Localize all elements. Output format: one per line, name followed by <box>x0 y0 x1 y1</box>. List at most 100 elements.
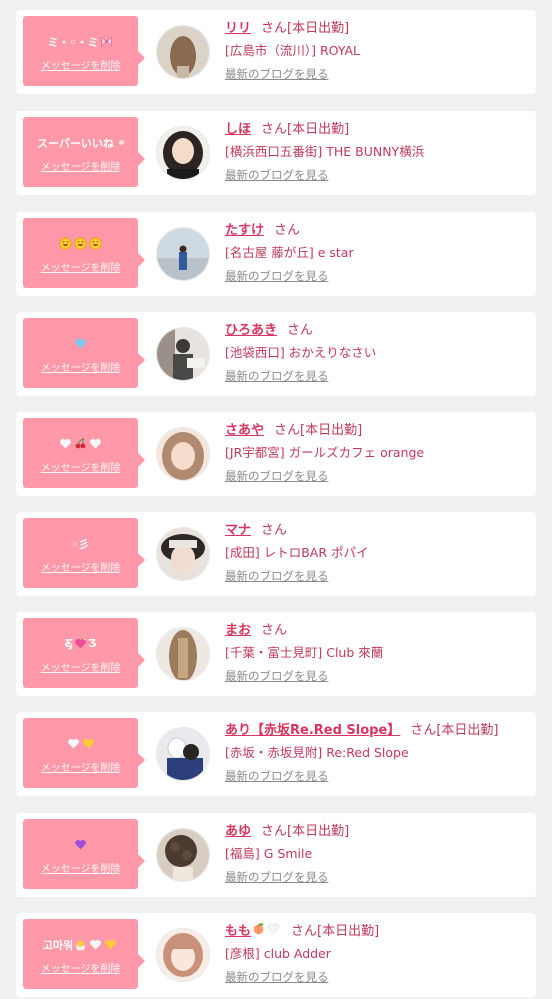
message-card: メッセージを削除 あり【赤坂Re.Red Slope】 さん [本日出勤] [赤… <box>16 712 536 796</box>
white-heart-icon <box>267 922 280 935</box>
latest-blog-link[interactable]: 最新のブログを見る <box>225 568 329 584</box>
shop-info: [横浜西口五番街] THE BUNNY横浜 <box>225 144 425 159</box>
shop-info: [彦根] club Adder <box>225 946 331 961</box>
message-text <box>58 435 103 453</box>
latest-blog-link[interactable]: 最新のブログを見る <box>225 268 329 284</box>
avatar[interactable] <box>156 126 210 180</box>
white-heart-icon <box>89 938 102 951</box>
message-bubble: 고마워 メッセージを削除 <box>23 919 145 989</box>
delete-message-link[interactable]: メッセージを削除 <box>41 559 121 574</box>
message-bubble: メッセージを削除 <box>23 819 145 889</box>
latest-blog-link[interactable]: 最新のブログを見る <box>225 869 329 885</box>
user-name-link[interactable]: マナ <box>225 519 251 538</box>
avatar[interactable] <box>156 25 210 79</box>
message-card: メッセージを削除 あゆ さん [本日出勤] [福島] G Smile 最新のブロ… <box>16 813 536 897</box>
latest-blog-link[interactable]: 最新のブログを見る <box>225 768 329 784</box>
delete-message-link[interactable]: メッセージを削除 <box>41 359 121 374</box>
message-card: メッセージを削除 ひろあき さん [池袋西口] おかえりなさい 最新のブログを見… <box>16 312 536 396</box>
delete-message-link[interactable]: メッセージを削除 <box>41 158 121 173</box>
chick-icon <box>74 938 87 951</box>
delete-message-link[interactable]: メッセージを削除 <box>41 759 121 774</box>
shop-info: [池袋西口] おかえりなさい <box>225 345 377 360</box>
delete-message-link[interactable]: メッセージを削除 <box>41 57 121 72</box>
honorific: さん <box>274 223 301 238</box>
status-badge: [本日出勤] <box>287 824 350 839</box>
message-bubble: ◦彡 メッセージを削除 <box>23 518 145 588</box>
message-card: スーパーいいね メッセージを削除 しほ さん [本日出勤] [横浜西口五番街] … <box>16 111 536 195</box>
message-bubble: メッセージを削除 <box>23 718 145 788</box>
delete-message-link[interactable]: メッセージを削除 <box>41 459 121 474</box>
yellow-heart-icon <box>104 938 117 951</box>
status-badge: [本日出勤] <box>287 122 350 137</box>
message-card: ◦彡 メッセージを削除 マナ さん [成田] レトロBAR ポパイ 最新のブログ… <box>16 512 536 596</box>
message-text <box>73 335 88 353</box>
shop-info: [福島] G Smile <box>225 846 313 861</box>
latest-blog-link[interactable]: 最新のブログを見る <box>225 969 329 985</box>
message-text <box>66 735 96 753</box>
avatar[interactable] <box>156 828 210 882</box>
message-text: ◦彡 <box>71 537 90 551</box>
user-name-link[interactable]: たすけ <box>225 219 264 238</box>
shop-info: [広島市（流川）] ROYAL <box>225 43 360 58</box>
white-heart-icon <box>67 737 80 750</box>
message-bubble: メッセージを削除 <box>23 318 145 388</box>
delete-message-link[interactable]: メッセージを削除 <box>41 860 121 875</box>
honorific: さん <box>261 523 288 538</box>
sparkle-icon <box>115 136 124 149</box>
delete-message-link[interactable]: メッセージを削除 <box>41 960 121 975</box>
avatar[interactable] <box>156 527 210 581</box>
blue-heart-icon <box>74 337 87 350</box>
sparkling-heart-icon <box>74 637 87 650</box>
user-name-link[interactable]: しほ <box>225 118 251 137</box>
message-card: Ƹ̵̡ Ʒ メッセージを削除 まお さん [千葉・富士見町] Club 來蘭 最… <box>16 612 536 696</box>
status-badge: [本日出勤] <box>287 21 350 36</box>
yellow-heart-icon <box>82 737 95 750</box>
grin-icon <box>59 237 72 250</box>
white-heart-icon <box>59 437 72 450</box>
avatar[interactable] <box>156 928 210 982</box>
message-text <box>73 836 88 854</box>
latest-blog-link[interactable]: 最新のブログを見る <box>225 668 329 684</box>
message-text <box>58 235 103 253</box>
user-name-link[interactable]: あり【赤坂Re.Red Slope】 <box>225 719 400 738</box>
message-card: メッセージを削除 さあや さん [本日出勤] [JR宇都宮] ガールズカフェ o… <box>16 412 536 496</box>
latest-blog-link[interactable]: 最新のブログを見る <box>225 167 329 183</box>
status-badge: [本日出勤] <box>317 924 380 939</box>
white-heart-icon <box>89 437 102 450</box>
message-text: スーパーいいね <box>37 134 124 152</box>
ribbon-icon <box>100 35 113 48</box>
delete-message-link[interactable]: メッセージを削除 <box>41 259 121 274</box>
honorific: さん <box>261 824 288 839</box>
user-name-link[interactable]: あゆ <box>225 820 251 839</box>
latest-blog-link[interactable]: 最新のブログを見る <box>225 468 329 484</box>
latest-blog-link[interactable]: 最新のブログを見る <box>225 368 329 384</box>
avatar[interactable] <box>156 727 210 781</box>
status-badge: [本日出勤] <box>300 423 363 438</box>
shop-info: [名古屋 藤が丘] e star <box>225 245 354 260</box>
latest-blog-link[interactable]: 最新のブログを見る <box>225 66 329 82</box>
message-text: ミ・◦・ミ <box>47 33 113 51</box>
grin-icon <box>74 237 87 250</box>
message-bubble: メッセージを削除 <box>23 218 145 288</box>
honorific: さん <box>291 924 318 939</box>
user-name-link[interactable]: ひろあき <box>225 319 277 338</box>
message-bubble: ミ・◦・ミ メッセージを削除 <box>23 16 145 86</box>
shop-info: [成田] レトロBAR ポパイ <box>225 545 369 560</box>
avatar[interactable] <box>156 227 210 281</box>
user-name-link[interactable]: もも <box>225 920 251 939</box>
avatar[interactable] <box>156 427 210 481</box>
user-name-link[interactable]: リリ <box>225 17 251 36</box>
grin-icon <box>89 237 102 250</box>
user-name-link[interactable]: まお <box>225 619 251 638</box>
cherry-icon <box>74 437 87 450</box>
user-name-link[interactable]: さあや <box>225 419 264 438</box>
message-list: ミ・◦・ミ メッセージを削除 リリ さん [本日出勤] [広島市（流川）] RO… <box>0 0 552 999</box>
avatar[interactable] <box>156 627 210 681</box>
avatar[interactable] <box>156 327 210 381</box>
honorific: さん <box>261 623 288 638</box>
status-badge: [本日出勤] <box>436 723 499 738</box>
delete-message-link[interactable]: メッセージを削除 <box>41 659 121 674</box>
honorific: さん <box>287 323 314 338</box>
message-bubble: Ƹ̵̡ Ʒ メッセージを削除 <box>23 618 145 688</box>
honorific: さん <box>410 723 437 738</box>
